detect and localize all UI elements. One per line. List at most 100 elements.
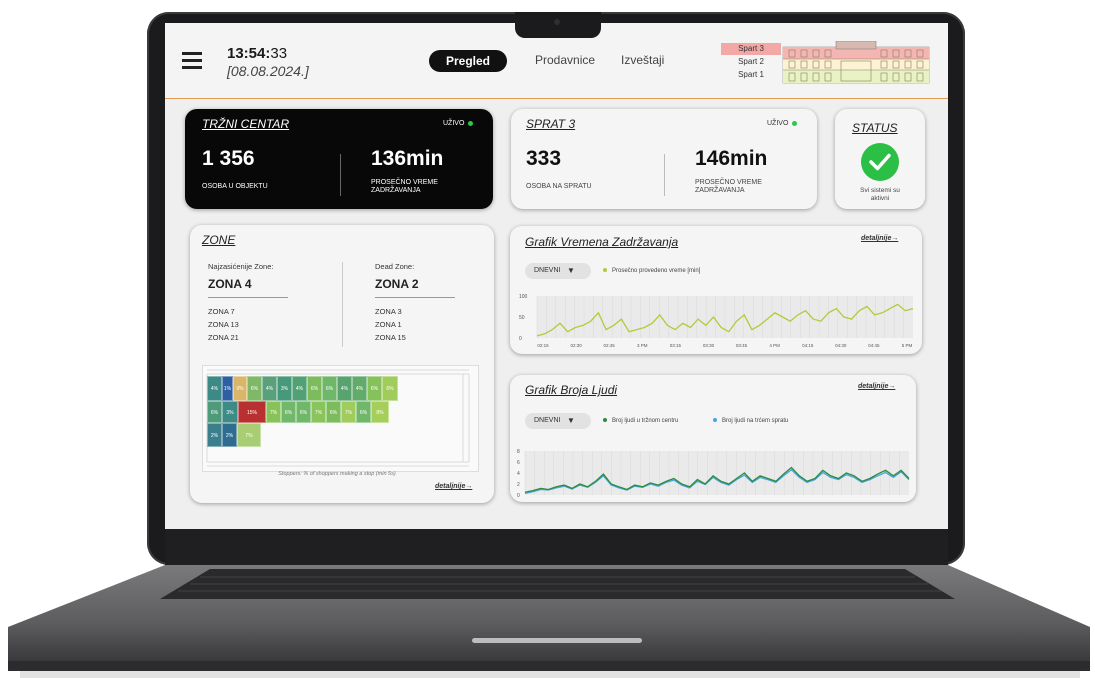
heatmap-zone-cell[interactable]: 6% (307, 376, 322, 401)
divider (664, 154, 665, 196)
dwell-chart-details-link[interactable]: detaljnije→ (861, 235, 898, 242)
zone-list-item: ZONA 13 (208, 320, 239, 329)
hamburger-menu-icon[interactable] (165, 23, 215, 93)
heatmap-zone-cell[interactable]: 8% (371, 401, 389, 423)
x-tick-label: 03:15 (670, 343, 682, 348)
floor-avg-time: 146min (695, 147, 768, 170)
zone-list-item: ZONA 7 (208, 307, 235, 316)
zones-card: ZONE Najzasićenije Zone: ZONA 4 ZONA 7 Z… (190, 225, 494, 503)
building-floor-map-icon (782, 41, 930, 84)
x-tick-label: 02:45 (604, 343, 616, 348)
live-indicator: UŽIVO (767, 120, 798, 127)
heatmap-zone-cell[interactable]: 6% (207, 401, 222, 423)
heatmap-zone-cell[interactable]: 7% (311, 401, 326, 423)
floor-selector-3[interactable]: Spart 3 (721, 43, 781, 55)
x-tick-label: 03:45 (736, 343, 748, 348)
heatmap-zone-cell[interactable]: 6% (281, 401, 296, 423)
live-dot-icon (468, 120, 474, 126)
heatmap-zone-cell[interactable]: 4% (352, 376, 367, 401)
heatmap-zone-cell[interactable]: 15% (238, 401, 266, 423)
mall-avg-time: 136min (371, 147, 444, 170)
dwell-period-select[interactable]: DNEVNI ▼ (525, 263, 591, 279)
people-legend-floor: Broj ljudi na trćem spratu (713, 418, 788, 424)
nav-overview-tab[interactable]: Pregled (429, 50, 507, 72)
legend-dot-icon (713, 418, 717, 423)
live-dot-icon (792, 120, 798, 126)
mall-visitor-count: 1 356 (202, 147, 255, 170)
heatmap-zone-cell[interactable]: 2% (207, 423, 222, 447)
y-tick-label: 0 (519, 336, 522, 342)
dead-zones-label: Dead Zone: (375, 262, 415, 271)
x-tick-label: 04:30 (835, 343, 847, 348)
heatmap-zone-cell[interactable]: 6% (356, 401, 371, 423)
people-line-chart: 0 2 4 6 8 (517, 449, 910, 499)
status-card: STATUS Svi sistemi su aktivni (835, 109, 925, 209)
x-tick-label: 04:15 (802, 343, 814, 348)
dwell-chart-title: Grafik Vremena Zadržavanja (525, 235, 679, 249)
zone-heatmap: 4% 1% 9% 6% 4% 3% 4% 6% 6% 4% 4% 6% 6% 6% 3% 15% 7% 6% 6% 7… (202, 365, 479, 472)
clock-date: [08.08.2024.] (227, 63, 309, 79)
mall-stats-card: TRŽNI CENTAR UŽIVO 1 356 OSOBA U OBJEKTU… (185, 109, 493, 209)
divider (342, 262, 343, 347)
mall-avg-time-label: PROSEČNO VREME ZADRŽAVANJA (371, 179, 438, 194)
heatmap-zone-cell[interactable]: 7% (341, 401, 356, 423)
busiest-zone: ZONA 4 (208, 277, 252, 291)
divider (208, 297, 288, 298)
zones-card-title: ZONE (202, 233, 236, 247)
heatmap-zone-cell[interactable]: 2% (222, 423, 237, 447)
y-tick-label: 4 (517, 471, 520, 477)
people-period-select[interactable]: DNEVNI ▼ (525, 413, 591, 429)
laptop-bezel-bottom (165, 529, 948, 565)
heatmap-zone-cell[interactable]: 6% (382, 376, 398, 401)
heatmap-zone-cell[interactable]: 6% (296, 401, 311, 423)
status-card-title: STATUS (852, 121, 898, 135)
x-tick-label: 3 PM (637, 343, 648, 348)
heatmap-zone-cell[interactable]: 6% (322, 376, 337, 401)
floor-card-title: SPRAT 3 (526, 117, 576, 131)
nav-stores-tab[interactable]: Prodavnice (535, 53, 595, 67)
busiest-zones-label: Najzasićenije Zone: (208, 262, 274, 271)
dead-zone: ZONA 2 (375, 277, 419, 291)
floor-selector-1[interactable]: Spart 1 (721, 69, 781, 81)
chevron-down-icon: ▼ (567, 266, 575, 275)
heatmap-zone-cell[interactable]: 4% (337, 376, 352, 401)
divider (375, 297, 455, 298)
heatmap-zone-cell[interactable]: 3% (222, 401, 238, 423)
heatmap-caption: Stoppers: % of shoppers making a stop (m… (278, 471, 396, 477)
x-tick-label: 03:30 (703, 343, 715, 348)
chevron-down-icon: ▼ (567, 416, 575, 425)
zones-details-link[interactable]: detaljnije→ (435, 483, 472, 490)
camera-icon (554, 19, 560, 25)
nav-reports-tab[interactable]: Izveštaji (621, 53, 664, 67)
laptop-base (8, 565, 1090, 678)
heatmap-zone-cell[interactable]: 4% (207, 376, 222, 401)
dwell-legend: Prosečno provedeno vreme [min] (603, 268, 700, 274)
heatmap-zone-cell[interactable]: 7% (266, 401, 281, 423)
heatmap-zone-cell[interactable]: 6% (326, 401, 341, 423)
zone-list-item: ZONA 3 (375, 307, 402, 316)
heatmap-zone-cell[interactable]: 6% (247, 376, 262, 401)
heatmap-zone-cell[interactable]: 3% (277, 376, 292, 401)
heatmap-zone-cell[interactable]: 6% (367, 376, 382, 401)
y-tick-label: 6 (517, 460, 520, 466)
heatmap-zone-cell[interactable]: 4% (262, 376, 277, 401)
x-tick-label: 04:45 (868, 343, 880, 348)
floor-visitor-count: 333 (526, 147, 562, 170)
y-tick-label: 8 (517, 449, 520, 455)
floor-selector-2[interactable]: Spart 2 (721, 56, 781, 68)
clock-time: 13:54:33 (227, 45, 288, 62)
people-chart-details-link[interactable]: detaljnije→ (858, 383, 895, 390)
dwell-line-chart: 0 50 100 02:15 02:30 02:45 3 PM 03:15 03:30 03:45… (519, 294, 914, 348)
dwell-time-chart-card: Grafik Vremena Zadržavanja detaljnije→ D… (510, 226, 922, 354)
heatmap-zone-cell[interactable]: 4% (292, 376, 307, 401)
floor-visitor-count-label: OSOBA NA SPRATU (526, 183, 592, 190)
check-circle-icon (861, 143, 899, 181)
mall-card-title: TRŽNI CENTAR (202, 117, 290, 131)
legend-dot-icon (603, 268, 607, 273)
heatmap-zone-cell[interactable]: 9% (233, 376, 247, 401)
mall-visitor-count-label: OSOBA U OBJEKTU (202, 183, 268, 190)
heatmap-zone-cell[interactable]: 7% (237, 423, 261, 447)
heatmap-zone-cell[interactable]: 1% (222, 376, 233, 401)
divider (340, 154, 341, 196)
zone-list-item: ZONA 21 (208, 333, 239, 342)
